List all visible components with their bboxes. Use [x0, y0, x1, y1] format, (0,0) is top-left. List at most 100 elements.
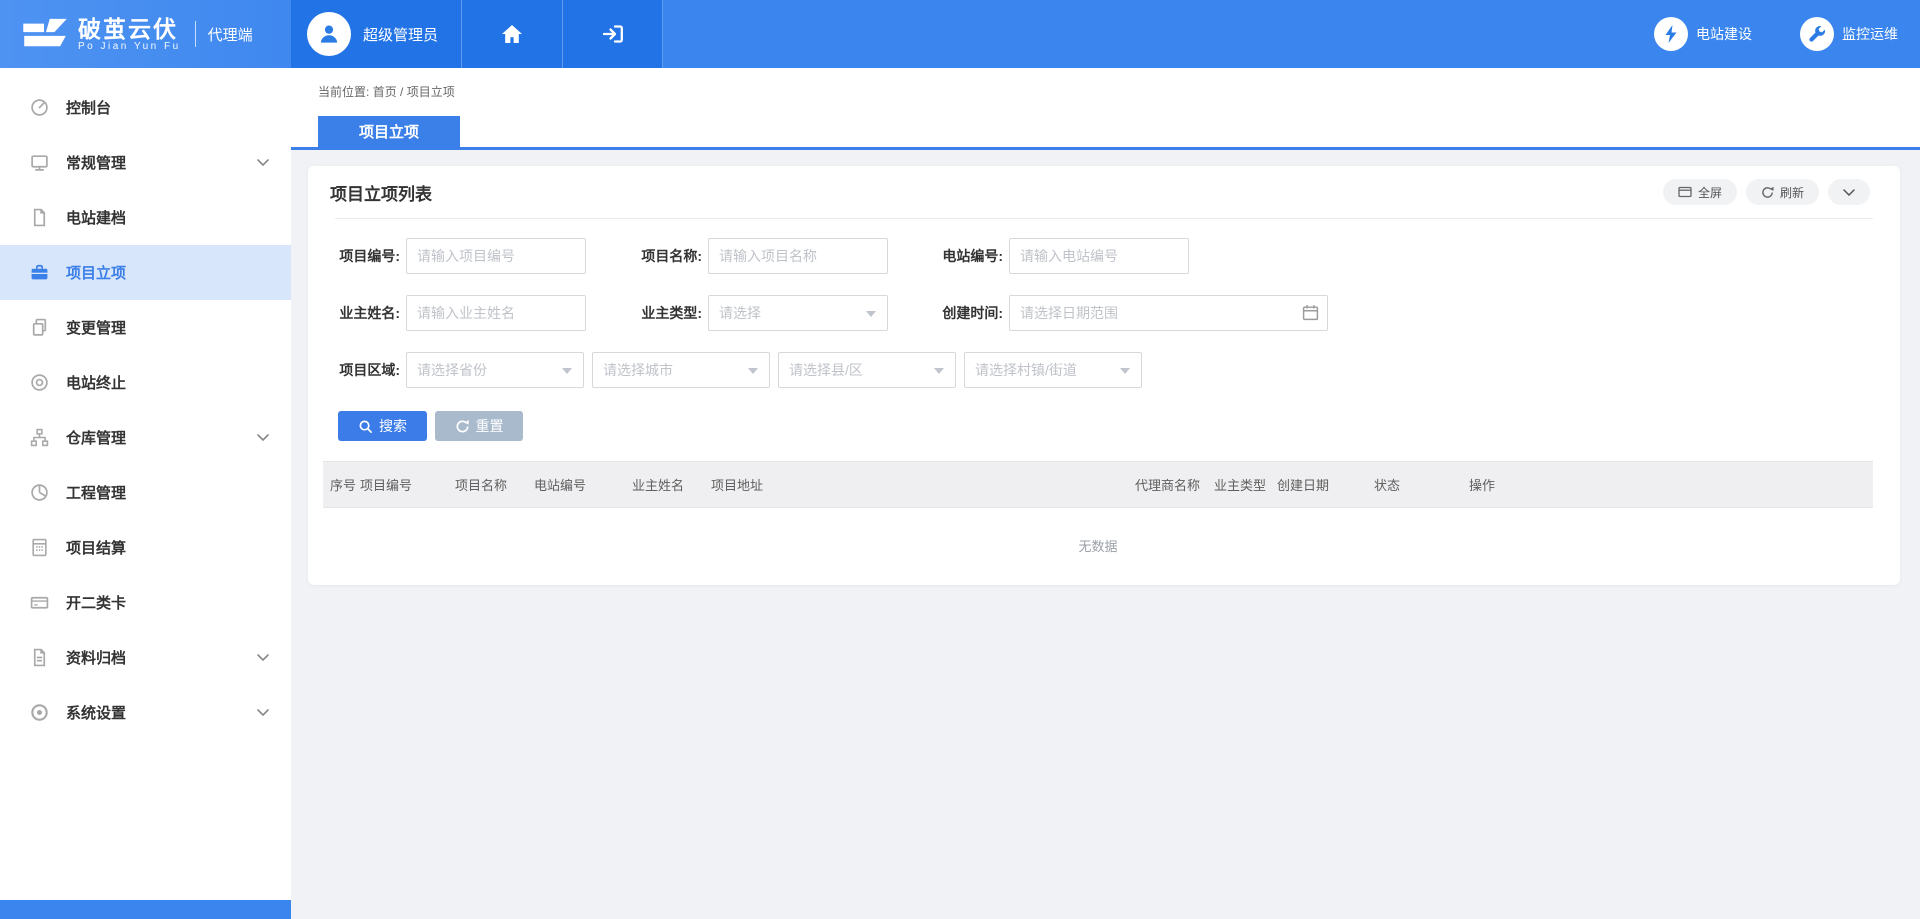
header-nav: 电站建设 监控运维 — [663, 0, 1920, 68]
county-select[interactable]: 请选择县/区 — [778, 352, 956, 388]
city-placeholder: 请选择城市 — [603, 360, 673, 380]
refresh-icon — [1761, 186, 1774, 199]
sidebar-item-system-settings[interactable]: 系统设置 — [0, 685, 291, 740]
user-menu[interactable]: 超级管理员 — [291, 0, 462, 68]
project-name-input[interactable] — [708, 238, 888, 274]
create-time-input[interactable] — [1009, 295, 1328, 331]
nav-station-build-label: 电站建设 — [1696, 24, 1752, 44]
sidebar-item-station-filing[interactable]: 电站建档 — [0, 190, 291, 245]
sitemap-icon — [30, 428, 49, 447]
collapse-card-button[interactable] — [1828, 179, 1870, 205]
window-icon — [1678, 186, 1692, 198]
create-time-label: 创建时间: — [888, 303, 1009, 323]
station-no-label: 电站编号: — [888, 246, 1009, 266]
search-label: 搜索 — [379, 416, 407, 436]
province-placeholder: 请选择省份 — [417, 360, 487, 380]
avatar[interactable] — [307, 12, 351, 56]
briefcase-icon — [30, 263, 49, 282]
portal-label: 代理端 — [208, 24, 253, 45]
sidebar-collapse-bar[interactable] — [0, 900, 291, 919]
logout-button[interactable] — [563, 0, 663, 68]
sidebar-item-engineering-mgmt[interactable]: 工程管理 — [0, 465, 291, 520]
col-project-no: 项目编号 — [360, 475, 455, 494]
owner-type-select[interactable]: 请选择 — [708, 295, 888, 331]
chevron-down-icon — [257, 159, 269, 167]
caret-down-icon — [934, 368, 944, 374]
home-button[interactable] — [462, 0, 563, 68]
reset-label: 重置 — [476, 416, 504, 436]
document-icon — [30, 208, 49, 227]
sidebar-item-warehouse-mgmt[interactable]: 仓库管理 — [0, 410, 291, 465]
card-title: 项目立项列表 — [330, 180, 432, 205]
project-name-label: 项目名称: — [586, 246, 708, 266]
card-header: 项目立项列表 全屏 刷新 — [308, 166, 1900, 218]
table-header-row: 序号 项目编号 项目名称 电站编号 业主姓名 项目地址 代理商名称 业主类型 创… — [323, 461, 1873, 508]
chevron-down-icon — [257, 709, 269, 717]
province-select[interactable]: 请选择省份 — [406, 352, 584, 388]
city-select[interactable]: 请选择城市 — [592, 352, 770, 388]
project-table: 序号 项目编号 项目名称 电站编号 业主姓名 项目地址 代理商名称 业主类型 创… — [323, 461, 1873, 583]
form-row-1: 项目编号: 项目名称: 电站编号: — [330, 238, 1900, 274]
nav-station-build[interactable]: 电站建设 — [1654, 17, 1752, 51]
create-time-field — [1009, 295, 1328, 331]
sidebar-item-label: 常规管理 — [66, 152, 126, 173]
sidebar-item-open-type2-card[interactable]: 开二类卡 — [0, 575, 291, 630]
form-actions: 搜索 重置 — [338, 411, 1900, 441]
region-label: 项目区域: — [330, 360, 406, 380]
sidebar-item-label: 控制台 — [66, 97, 111, 118]
page-body: 项目立项列表 全屏 刷新 — [291, 150, 1920, 585]
archive-icon — [30, 648, 49, 667]
owner-name-input[interactable] — [406, 295, 586, 331]
brand-title: 破茧云伏 — [78, 17, 181, 41]
lightning-icon — [1654, 17, 1688, 51]
calculator-icon — [30, 538, 49, 557]
search-button[interactable]: 搜索 — [338, 411, 427, 441]
tab-project-initiation[interactable]: 项目立项 — [318, 116, 460, 147]
nav-monitor-ops[interactable]: 监控运维 — [1800, 17, 1898, 51]
card-icon — [30, 593, 49, 612]
sidebar-item-label: 系统设置 — [66, 702, 126, 723]
user-icon — [316, 21, 342, 47]
owner-type-label: 业主类型: — [586, 303, 708, 323]
sidebar-item-data-archive[interactable]: 资料归档 — [0, 630, 291, 685]
chevron-down-icon — [257, 654, 269, 662]
sidebar-item-dashboard[interactable]: 控制台 — [0, 80, 291, 135]
sidebar-item-project-initiation[interactable]: 项目立项 — [0, 245, 291, 300]
col-station-no: 电站编号 — [534, 475, 632, 494]
col-status: 状态 — [1374, 475, 1469, 494]
gear-icon — [30, 703, 49, 722]
monitor-icon — [30, 153, 49, 172]
col-actions: 操作 — [1469, 475, 1873, 494]
brand-separator — [195, 21, 196, 47]
caret-down-icon — [562, 368, 572, 374]
form-row-2: 业主姓名: 业主类型: 请选择 创建时间: — [330, 295, 1900, 331]
sidebar-item-general-mgmt[interactable]: 常规管理 — [0, 135, 291, 190]
reset-button[interactable]: 重置 — [435, 411, 523, 441]
reset-icon — [455, 419, 470, 434]
town-select[interactable]: 请选择村镇/街道 — [964, 352, 1142, 388]
brand-logo-icon — [22, 17, 68, 51]
refresh-button[interactable]: 刷新 — [1746, 179, 1819, 205]
sidebar-item-project-settlement[interactable]: 项目结算 — [0, 520, 291, 575]
breadcrumb-path[interactable]: 首页 / 项目立项 — [373, 85, 455, 99]
caret-down-icon — [748, 368, 758, 374]
col-owner-type: 业主类型 — [1214, 475, 1277, 494]
county-placeholder: 请选择县/区 — [789, 360, 863, 380]
col-create-date: 创建日期 — [1277, 475, 1374, 494]
caret-down-icon — [866, 311, 876, 317]
brand: 破茧云伏 Po Jian Yun Fu 代理端 — [0, 0, 291, 68]
sign-out-icon — [601, 23, 625, 45]
sidebar-item-station-termination[interactable]: 电站终止 — [0, 355, 291, 410]
project-no-input[interactable] — [406, 238, 586, 274]
app-header: 破茧云伏 Po Jian Yun Fu 代理端 超级管理员 — [0, 0, 1920, 68]
station-no-input[interactable] — [1009, 238, 1189, 274]
project-no-label: 项目编号: — [330, 246, 406, 266]
sidebar-item-label: 开二类卡 — [66, 592, 126, 613]
col-seq: 序号 — [330, 475, 360, 494]
sidebar-item-label: 变更管理 — [66, 317, 126, 338]
sidebar-item-change-mgmt[interactable]: 变更管理 — [0, 300, 291, 355]
project-list-card: 项目立项列表 全屏 刷新 — [308, 166, 1900, 585]
fullscreen-button[interactable]: 全屏 — [1663, 179, 1737, 205]
breadcrumb-prefix: 当前位置: — [318, 85, 369, 99]
col-owner-name: 业主姓名 — [632, 475, 711, 494]
